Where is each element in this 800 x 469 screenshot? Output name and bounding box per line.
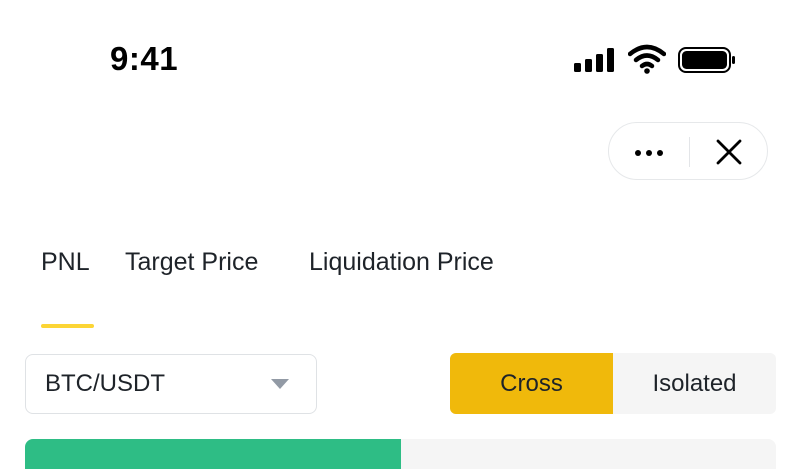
active-tab-indicator xyxy=(41,324,94,328)
wifi-icon xyxy=(628,44,666,74)
caret-down-icon xyxy=(271,379,289,389)
mini-app-capsule xyxy=(608,122,768,180)
pair-selector-value: BTC/USDT xyxy=(45,370,165,397)
long-button[interactable] xyxy=(25,439,401,469)
close-button[interactable] xyxy=(690,123,768,181)
more-dots-icon xyxy=(633,143,666,161)
status-time: 9:41 xyxy=(110,40,179,77)
pair-selector[interactable]: BTC/USDT xyxy=(25,354,317,414)
battery-icon xyxy=(678,47,735,73)
isolated-option[interactable]: Isolated xyxy=(613,353,776,414)
tab-pnl[interactable]: PNL xyxy=(41,248,90,277)
close-icon xyxy=(716,139,742,165)
margin-mode-toggle: Cross Isolated xyxy=(450,353,776,414)
tab-target-price[interactable]: Target Price xyxy=(125,248,258,277)
more-button[interactable] xyxy=(609,123,689,181)
tab-liquidation-price[interactable]: Liquidation Price xyxy=(309,248,494,277)
cross-option[interactable]: Cross xyxy=(450,353,613,414)
cellular-signal-icon xyxy=(574,48,616,72)
short-button[interactable] xyxy=(401,439,776,469)
